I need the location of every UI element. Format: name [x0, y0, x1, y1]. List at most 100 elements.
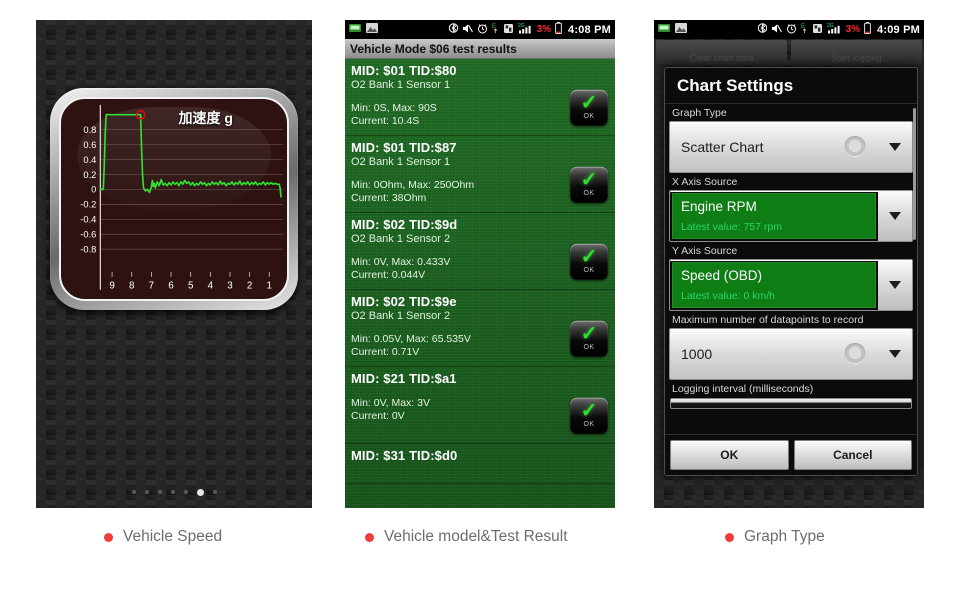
field-label: Graph Type: [672, 107, 727, 119]
spinner-x-axis-source[interactable]: Engine RPM Latest value: 757 rpm: [669, 190, 913, 242]
svg-text:9: 9: [109, 281, 114, 292]
spinner-maximum-number-of-datapoints-to-record[interactable]: 1000: [669, 328, 913, 380]
test-result-row[interactable]: MID: $02 TID:$9d O2 Bank 1 Sensor 2 Min: 0…: [345, 213, 615, 290]
caption-test-result: Vehicle model&Test Result: [365, 528, 568, 546]
speed-widget-bezel: 0.8 0.6 0.4 0.2 0 -0.2 -0.4 -0.6 -0.8 9 8 7 6 5 4 3 2 1 加…: [50, 88, 298, 310]
page-indicator-dots[interactable]: [36, 489, 312, 496]
clock-label: 4:09 PM: [877, 23, 920, 36]
check-icon: ✓: [580, 399, 598, 422]
signal-bars-icon: 2G: [827, 22, 842, 37]
test-result-row[interactable]: MID: $31 TID:$d0: [345, 444, 615, 484]
battery-percent-label: 3%: [845, 24, 861, 35]
clear-chart-data-button[interactable]: Clear chart data: [656, 40, 787, 64]
battery-percent-label: 3%: [536, 24, 552, 35]
caption-graph-type: Graph Type: [725, 528, 825, 546]
start-logging-button[interactable]: Start logging: [791, 40, 922, 64]
spinner-dropdown-arrow[interactable]: [878, 122, 912, 172]
battery-icon: [864, 22, 871, 37]
spinner-value-box: Speed (OBD) Latest value: 0 km/h: [672, 262, 876, 308]
status-badge-label: OK: [583, 266, 595, 274]
screenshot-root: 0.8 0.6 0.4 0.2 0 -0.2 -0.4 -0.6 -0.8 9 8 7 6 5 4 3 2 1 加…: [0, 0, 960, 591]
sdcard-icon: [812, 23, 823, 37]
field-label: X Axis Source: [672, 176, 738, 188]
spinner-dropdown-arrow[interactable]: [878, 260, 912, 310]
phone-panel-chart-settings: E 2G 3% 4:09 PM Clear chart data Start l…: [654, 20, 924, 508]
page-dot-6[interactable]: [196, 489, 204, 496]
spinner-value-label: Engine RPM: [681, 199, 757, 214]
result-description-label: O2 Bank 1 Sensor 2: [351, 233, 451, 245]
result-mid-tid-label: MID: $21 TID:$a1: [351, 371, 457, 386]
result-description-label: O2 Bank 1 Sensor 1: [351, 79, 451, 91]
page-dot-7[interactable]: [212, 490, 217, 494]
svg-text:-0.8: -0.8: [80, 244, 96, 254]
bullet-icon: [725, 532, 734, 542]
spinner-dropdown-arrow[interactable]: [878, 329, 912, 379]
test-result-row[interactable]: MID: $01 TID:$87 O2 Bank 1 Sensor 1 Min: 0…: [345, 136, 615, 213]
caption-label: Graph Type: [744, 528, 825, 545]
page-dot-4[interactable]: [170, 490, 175, 494]
phone-panel-test-results: E 2G 3% 4:08 PM Vehicle Mode $06 test re…: [345, 20, 615, 508]
signal-bars-icon: 2G: [518, 22, 533, 37]
alarm-icon: [477, 23, 488, 37]
speed-widget-screen[interactable]: 0.8 0.6 0.4 0.2 0 -0.2 -0.4 -0.6 -0.8 9 8 7 6 5 4 3 2 1 加…: [59, 97, 289, 301]
result-description-label: O2 Bank 1 Sensor 2: [351, 310, 451, 322]
status-badge-label: OK: [583, 112, 595, 120]
sdcard-icon: [503, 23, 514, 37]
page-dot-5[interactable]: [183, 490, 188, 494]
check-icon: ✓: [580, 245, 598, 268]
svg-text:4: 4: [208, 281, 214, 292]
spinner-y-axis-source[interactable]: Speed (OBD) Latest value: 0 km/h: [669, 259, 913, 311]
spinner-latest-value-label: Latest value: 0 km/h: [681, 290, 775, 302]
spinner-dropdown-arrow[interactable]: [878, 191, 912, 241]
test-results-list[interactable]: MID: $01 TID:$80 O2 Bank 1 Sensor 1 Min: 0…: [345, 59, 615, 508]
chart-title-label: 加速度 g: [178, 110, 233, 126]
status-badge-label: OK: [583, 189, 595, 197]
svg-text:5: 5: [188, 281, 194, 292]
chevron-down-icon: [889, 281, 901, 289]
check-icon: ✓: [580, 168, 598, 191]
svg-text:7: 7: [149, 281, 154, 292]
result-mid-tid-label: MID: $01 TID:$87: [351, 140, 457, 155]
spinner-latest-value-label: Latest value: 757 rpm: [681, 221, 782, 233]
status-badge-ok: ✓ OK: [570, 166, 608, 203]
mute-icon: [462, 23, 473, 37]
svg-text:2G: 2G: [827, 23, 834, 29]
result-mid-tid-label: MID: $31 TID:$d0: [351, 448, 458, 463]
svg-text:0.6: 0.6: [83, 140, 96, 150]
chart-settings-dialog: Chart Settings Graph Type Scatter Chart X …: [664, 67, 918, 476]
result-mid-tid-label: MID: $01 TID:$80: [351, 63, 457, 78]
cancel-button[interactable]: Cancel: [793, 440, 912, 470]
svg-text:0.8: 0.8: [83, 125, 96, 135]
caption-row: Vehicle Speed Vehicle model&Test Result …: [0, 522, 960, 562]
page-dot-3[interactable]: [157, 490, 162, 494]
svg-text:-0.6: -0.6: [80, 230, 96, 240]
dialog-fields-scroll[interactable]: Graph Type Scatter Chart X Axis Source Engi…: [665, 104, 917, 434]
edge-data-icon: E: [492, 22, 499, 37]
status-bar: E 2G 3% 4:09 PM: [654, 20, 924, 39]
dialog-button-bar: OK Cancel: [665, 434, 917, 475]
check-icon: ✓: [580, 91, 598, 114]
test-result-row[interactable]: MID: $21 TID:$a1 Min: 0V, Max: 3V Current:…: [345, 367, 615, 444]
status-badge-label: OK: [583, 343, 595, 351]
field-label: Y Axis Source: [672, 245, 738, 257]
bluetooth-icon: [448, 22, 458, 37]
spinner-graph-type[interactable]: Scatter Chart: [669, 121, 913, 173]
page-dot-1[interactable]: [131, 490, 136, 494]
caption-label: Vehicle model&Test Result: [384, 528, 568, 545]
svg-text:0: 0: [91, 185, 96, 195]
svg-text:2G: 2G: [518, 23, 525, 29]
page-dot-2[interactable]: [144, 490, 149, 494]
status-badge-ok: ✓ OK: [570, 89, 608, 126]
logging-interval-input[interactable]: [670, 398, 912, 409]
test-result-row[interactable]: MID: $02 TID:$9e O2 Bank 1 Sensor 2 Min: 0…: [345, 290, 615, 367]
acceleration-line-chart: 0.8 0.6 0.4 0.2 0 -0.2 -0.4 -0.6 -0.8 9 8 7 6 5 4 3 2 1: [80, 104, 284, 292]
result-description-label: O2 Bank 1 Sensor 1: [351, 156, 451, 168]
test-result-row[interactable]: MID: $01 TID:$80 O2 Bank 1 Sensor 1 Min: 0…: [345, 59, 615, 136]
ok-button[interactable]: OK: [670, 440, 789, 470]
bullet-icon: [365, 532, 374, 542]
svg-text:3: 3: [227, 281, 233, 292]
battery-icon: [555, 22, 562, 37]
obd-app-icon: [349, 23, 361, 36]
dialog-scrollbar[interactable]: [913, 108, 916, 240]
chevron-down-icon: [889, 143, 901, 151]
